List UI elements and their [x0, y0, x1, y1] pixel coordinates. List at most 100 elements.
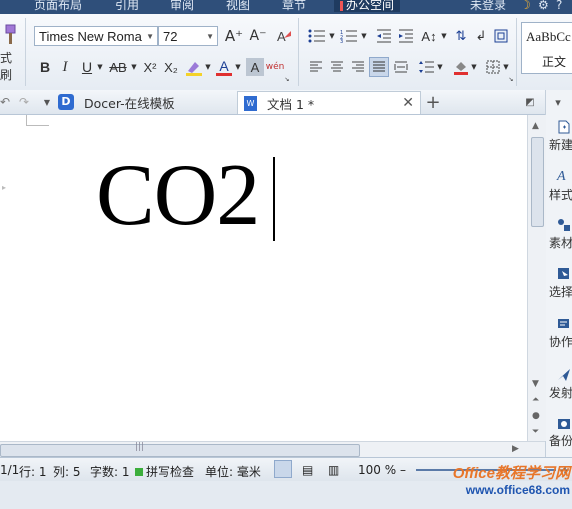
new-tab-icon[interactable]: + [424, 92, 442, 113]
strikethrough-button[interactable]: AB [106, 58, 130, 76]
borders-icon[interactable] [492, 26, 510, 46]
scroll-up-icon[interactable]: ▲ [532, 121, 539, 131]
chevron-down-icon[interactable]: ▼ [204, 58, 212, 76]
grow-font-button[interactable]: A⁺ [224, 26, 244, 46]
justify-icon[interactable] [369, 57, 389, 77]
phonetic-guide-button[interactable]: wén [266, 56, 285, 78]
pane-item-collab[interactable]: 协作 [549, 317, 572, 350]
document-text[interactable]: CO2 [96, 152, 260, 240]
align-right-icon[interactable] [348, 58, 368, 76]
unit-indicator[interactable]: 单位: 毫米 [205, 463, 261, 480]
format-painter-label[interactable]: 式刷 [0, 51, 22, 82]
font-name-select[interactable]: Times New Roma ▼ [34, 26, 158, 46]
show-marks-icon[interactable]: ↲ [472, 26, 490, 46]
font-color-button[interactable]: A [214, 56, 234, 78]
chevron-down-icon[interactable]: ▼ [436, 58, 444, 76]
chevron-down-icon[interactable]: ▼ [130, 58, 138, 76]
vertical-scrollbar[interactable]: ▲ ▼ ⏶ ● ⏷ [527, 115, 546, 441]
align-left-icon[interactable] [306, 58, 326, 76]
skin-icon[interactable]: ☽ [520, 0, 531, 12]
page-view-icon[interactable] [274, 460, 292, 478]
spell-check-label: 拼写检查 [146, 465, 195, 479]
styles-icon: A [557, 169, 566, 184]
border-icon[interactable] [484, 58, 502, 76]
zoom-out-icon[interactable]: – [400, 463, 406, 477]
scrollbar-thumb[interactable] [531, 137, 544, 227]
pane-item-assets[interactable]: 素材 [549, 218, 572, 251]
select-browse-icon[interactable]: ● [532, 411, 540, 421]
pane-item-new[interactable]: 新建 [549, 120, 572, 153]
hscrollbar-thumb[interactable]: ||| [0, 442, 360, 457]
menu-references[interactable]: 引用 [115, 0, 139, 12]
document-tab-bar: ↶ ↷ ▼ D Docer-在线模板 W 文档 1 * ✕ + ◩ [0, 90, 545, 115]
web-view-icon[interactable]: ▥ [328, 463, 339, 477]
page-indicator[interactable]: 1/1 [0, 463, 19, 477]
underline-button[interactable]: U [78, 58, 96, 76]
zoom-level[interactable]: 100 % [358, 463, 396, 477]
outline-view-icon[interactable]: ▤ [302, 463, 313, 477]
horizontal-scrollbar[interactable]: ||| ▶ [0, 441, 545, 458]
pane-item-select[interactable]: 选择 [549, 267, 572, 300]
scroll-down-icon[interactable]: ▼ [532, 379, 539, 389]
chevron-down-icon[interactable]: ▼ [206, 27, 214, 47]
redo-icon[interactable]: ↷ [18, 94, 30, 110]
distribute-icon[interactable] [391, 58, 411, 76]
char-shading-button[interactable]: A [246, 58, 264, 76]
numbered-list-icon[interactable]: 123 [338, 26, 360, 46]
clear-format-icon[interactable]: A [274, 26, 294, 46]
shading-icon[interactable] [452, 58, 470, 76]
chevron-down-icon[interactable]: ▼ [42, 94, 52, 110]
shrink-font-button[interactable]: A⁻ [248, 26, 268, 46]
menu-chapter[interactable]: 章节 [282, 0, 306, 12]
bold-button[interactable]: B [36, 58, 54, 76]
align-center-icon[interactable] [327, 58, 347, 76]
highlight-icon[interactable] [184, 58, 204, 78]
format-painter-icon[interactable] [0, 22, 18, 48]
next-page-icon[interactable]: ⏷ [532, 427, 539, 437]
increase-indent-icon[interactable] [396, 26, 416, 46]
prev-page-icon[interactable]: ⏶ [532, 395, 539, 405]
login-status[interactable]: 未登录 [470, 0, 506, 12]
undo-icon[interactable]: ↶ [0, 94, 10, 110]
chevron-down-icon[interactable]: ▼ [234, 58, 242, 76]
menu-view[interactable]: 视图 [226, 0, 250, 12]
chevron-down-icon[interactable]: ▼ [146, 27, 154, 47]
bullet-list-icon[interactable] [306, 26, 328, 46]
sort-icon[interactable]: ⇅ [452, 26, 470, 46]
italic-button[interactable]: I [56, 58, 74, 76]
text-direction-icon[interactable]: A↕ [418, 26, 440, 46]
decrease-indent-icon[interactable] [374, 26, 394, 46]
settings-icon[interactable]: ⚙ [538, 0, 549, 12]
menu-office-space[interactable]: 办公空间 [334, 0, 401, 12]
scroll-right-icon[interactable]: ▶ [512, 444, 519, 454]
chevron-down-icon[interactable]: ▼ [440, 26, 448, 46]
word-count[interactable]: 字数: 1 [90, 463, 130, 480]
menu-review[interactable]: 审阅 [170, 0, 194, 12]
spell-check-toggle[interactable]: 拼写检查 [135, 463, 194, 480]
pane-item-backup[interactable]: 备份 [549, 416, 572, 449]
tab-menu-icon[interactable]: ◩ [522, 94, 538, 110]
document-canvas[interactable]: ▸ [0, 115, 527, 441]
subscript-button[interactable]: X₂ [161, 58, 181, 76]
chevron-down-icon[interactable]: ▼ [502, 58, 510, 76]
paragraph-mark: ▸ [2, 183, 7, 192]
chevron-down-icon[interactable]: ▼ [328, 26, 336, 46]
chevron-down-icon[interactable]: ▼ [470, 58, 478, 76]
chevron-down-icon[interactable]: ▼ [360, 26, 368, 46]
superscript-button[interactable]: X² [140, 58, 160, 76]
dialog-launcher-icon[interactable]: ↘ [284, 76, 290, 83]
pane-item-send[interactable]: 发射 [549, 368, 572, 401]
line-spacing-icon[interactable] [418, 58, 436, 76]
tab-docer[interactable]: D Docer-在线模板 [58, 91, 175, 113]
tab-document-1[interactable]: W 文档 1 * ✕ [237, 91, 421, 114]
pane-menu-icon[interactable]: ▾ [550, 94, 566, 110]
chevron-down-icon[interactable]: ▼ [96, 58, 104, 76]
help-icon[interactable]: ? [556, 0, 562, 12]
menu-page-layout[interactable]: 页面布局 [34, 0, 82, 12]
dialog-launcher-icon[interactable]: ↘ [508, 76, 514, 83]
style-gallery-item[interactable]: AaBbCc 正文 [521, 22, 572, 74]
row-indicator: 行: 1 [19, 465, 47, 479]
close-icon[interactable]: ✕ [402, 95, 414, 111]
pane-item-styles[interactable]: A 样式 [549, 170, 572, 203]
font-size-select[interactable]: 72 ▼ [158, 26, 218, 46]
